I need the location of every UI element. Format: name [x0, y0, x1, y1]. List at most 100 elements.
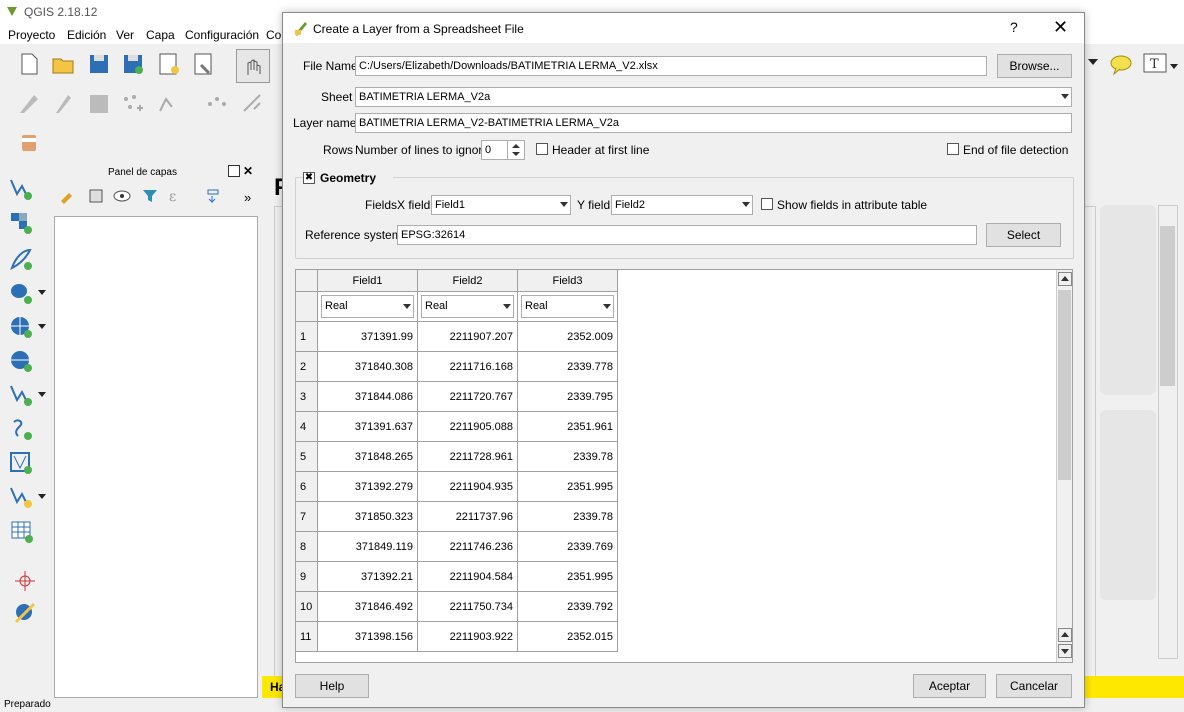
help-button[interactable]: Help [295, 674, 369, 698]
table-vertical-scrollbar[interactable] [1056, 270, 1072, 662]
layers-tree[interactable] [54, 216, 258, 698]
spin-up-icon[interactable] [512, 144, 520, 148]
reference-system-input[interactable]: EPSG:32614 [397, 225, 977, 245]
crosshair-icon[interactable] [12, 568, 38, 594]
preview-table[interactable]: Field1 Field2 Field3 Real Real Real 1 371… [295, 269, 1073, 663]
add-vector-layer-icon[interactable] [8, 176, 34, 202]
composer-manager-icon[interactable] [191, 51, 217, 77]
column-header-field2[interactable]: Field2 [418, 270, 518, 292]
database-icon[interactable] [16, 130, 42, 156]
table-cell[interactable]: 371850.323 [318, 502, 418, 532]
add-delimited-text-icon[interactable] [8, 416, 34, 442]
row-header[interactable]: 2 [296, 352, 318, 382]
spin-down-icon[interactable] [512, 152, 520, 156]
new-print-composer-icon[interactable] [156, 51, 182, 77]
georeferencer-icon[interactable] [12, 600, 38, 626]
table-cell[interactable]: 2351.995 [518, 472, 618, 502]
node-tool-icon[interactable] [240, 91, 266, 117]
cancel-button[interactable]: Cancelar [996, 674, 1072, 698]
table-cell[interactable]: 2339.78 [518, 442, 618, 472]
filter-legend-icon[interactable] [140, 186, 160, 206]
add-raster-layer-icon[interactable] [8, 210, 34, 236]
add-spatialite-layer-icon[interactable] [8, 246, 34, 272]
text-annotation-icon[interactable]: T [1142, 52, 1168, 78]
table-cell[interactable]: 371849.119 [318, 532, 418, 562]
table-cell[interactable]: 2211746.236 [418, 532, 518, 562]
menu-edicion[interactable]: Edición [67, 28, 106, 42]
row-header[interactable]: 7 [296, 502, 318, 532]
column-header-field3[interactable]: Field3 [518, 270, 618, 292]
add-wcs-layer-icon[interactable] [8, 348, 34, 374]
table-cell[interactable]: 2211720.767 [418, 382, 518, 412]
scroll-up-button-lower[interactable] [1058, 628, 1072, 642]
add-group-icon[interactable] [86, 186, 106, 206]
postgis-dropdown-icon[interactable] [38, 290, 46, 295]
close-panel-icon[interactable]: ✕ [243, 164, 253, 178]
show-fields-checkbox[interactable] [761, 198, 773, 210]
more-tools-icon[interactable]: » [244, 190, 251, 205]
lines-ignore-spinbox[interactable]: 0 [481, 140, 525, 160]
table-cell[interactable]: 2352.009 [518, 322, 618, 352]
scroll-down-button[interactable] [1058, 644, 1072, 658]
table-cell[interactable]: 2352.015 [518, 622, 618, 652]
table-cell[interactable]: 2211904.935 [418, 472, 518, 502]
table-cell[interactable]: 371848.265 [318, 442, 418, 472]
wfs-dropdown-icon[interactable] [38, 392, 46, 397]
eof-checkbox[interactable] [947, 143, 959, 155]
file-name-input[interactable]: C:/Users/Elizabeth/Downloads/BATIMETRIA … [355, 56, 987, 76]
header-checkbox[interactable] [536, 143, 548, 155]
add-feature-icon[interactable] [120, 91, 146, 117]
field1-type-select[interactable]: Real [321, 295, 414, 318]
row-header[interactable]: 6 [296, 472, 318, 502]
help-icon[interactable]: ? [1010, 19, 1018, 35]
table-cell[interactable]: 371398.156 [318, 622, 418, 652]
menu-configuracion[interactable]: Configuración [185, 28, 259, 42]
scroll-thumb[interactable] [1058, 290, 1071, 480]
save-project-icon[interactable] [86, 51, 112, 77]
table-cell[interactable]: 2211716.168 [418, 352, 518, 382]
add-line-icon[interactable] [156, 91, 182, 117]
table-cell[interactable]: 2211905.088 [418, 412, 518, 442]
add-postgis-layer-icon[interactable] [8, 280, 34, 306]
table-cell[interactable]: 2339.778 [518, 352, 618, 382]
table-cell[interactable]: 2211728.961 [418, 442, 518, 472]
spin-buttons[interactable] [507, 141, 524, 159]
table-cell[interactable]: 2339.795 [518, 382, 618, 412]
pan-tool-button[interactable] [236, 49, 270, 83]
table-cell[interactable]: 2211903.922 [418, 622, 518, 652]
table-cell[interactable]: 2339.792 [518, 592, 618, 622]
save-layer-edits-icon[interactable] [86, 91, 112, 117]
new-shapefile-icon[interactable] [8, 484, 34, 510]
table-cell[interactable]: 2339.78 [518, 502, 618, 532]
table-cell[interactable]: 371391.637 [318, 412, 418, 442]
close-icon[interactable]: ✕ [1053, 17, 1068, 38]
table-cell[interactable]: 2339.769 [518, 532, 618, 562]
add-wfs-layer-icon[interactable] [8, 382, 34, 408]
table-cell[interactable]: 371392.279 [318, 472, 418, 502]
row-header[interactable]: 8 [296, 532, 318, 562]
table-cell[interactable]: 2211904.584 [418, 562, 518, 592]
table-cell[interactable]: 371840.308 [318, 352, 418, 382]
open-project-icon[interactable] [50, 51, 76, 77]
x-field-select[interactable]: Field1 [431, 195, 571, 215]
layer-name-input[interactable]: BATIMETRIA LERMA_V2-BATIMETRIA LERMA_V2a [355, 113, 1072, 133]
add-table-icon[interactable] [8, 518, 34, 544]
y-field-select[interactable]: Field2 [611, 195, 753, 215]
new-project-icon[interactable] [16, 51, 42, 77]
paint-layer-style-icon[interactable] [58, 186, 78, 206]
add-wms-layer-icon[interactable] [8, 314, 34, 340]
table-cell[interactable]: 371846.492 [318, 592, 418, 622]
add-virtual-layer-icon[interactable] [8, 450, 34, 476]
move-feature-icon[interactable] [204, 91, 230, 117]
save-as-icon[interactable] [120, 51, 146, 77]
table-corner[interactable] [296, 270, 318, 292]
browse-button[interactable]: Browse... [997, 54, 1072, 78]
field3-type-select[interactable]: Real [521, 295, 614, 318]
field2-type-select[interactable]: Real [421, 295, 514, 318]
filter-expression-icon[interactable]: ε [166, 186, 186, 206]
expand-all-icon[interactable] [204, 186, 224, 206]
scroll-up-button[interactable] [1058, 272, 1072, 286]
text-dropdown-arrow-icon[interactable] [1170, 64, 1178, 69]
menu-proyecto[interactable]: Proyecto [8, 28, 55, 42]
right-scroll-thumb[interactable] [1160, 226, 1175, 386]
